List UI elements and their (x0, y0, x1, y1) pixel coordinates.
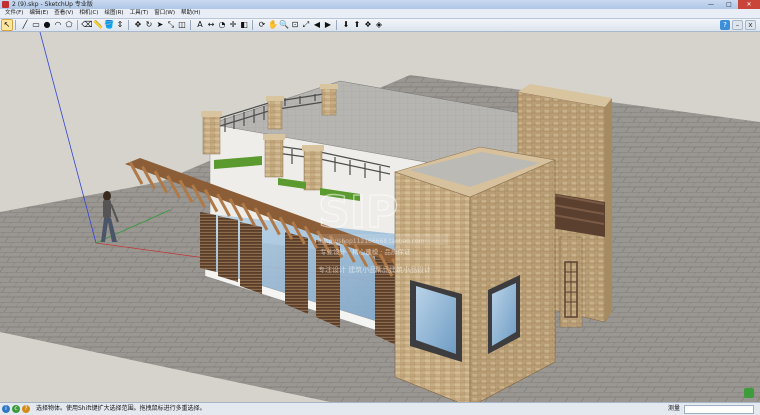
axes-icon[interactable]: ✛ (228, 20, 238, 30)
components-icon[interactable]: ❖ (363, 20, 373, 30)
move-icon[interactable]: ✥ (133, 20, 143, 30)
share-model-icon[interactable]: ⬆ (352, 20, 362, 30)
menu-item[interactable]: 帮助(H) (178, 9, 203, 18)
toolbar-separator (15, 20, 19, 30)
select-icon[interactable]: ↖ (1, 19, 13, 31)
status-message: 选择物体。使用Shift键扩大选择范围。拖拽鼠标进行多重选择。 (36, 405, 206, 412)
pan-icon[interactable]: ✋ (268, 20, 278, 30)
get-models-icon[interactable]: ⬇ (341, 20, 351, 30)
watermark-line4: 精品建筑小品设计 (375, 265, 431, 274)
orbit-icon[interactable]: ⟳ (257, 20, 267, 30)
menu-item[interactable]: 文件(F) (2, 9, 26, 18)
user-icon[interactable]: ? (22, 405, 30, 413)
toolbar-separator (252, 20, 256, 30)
line-icon[interactable]: ╱ (20, 20, 30, 30)
close-button[interactable]: ✕ (738, 0, 760, 9)
main-toolbar: ↖ ╱ ▭ ● ◠ ⬠ ⌫ 📏 🪣 ⇕ ✥ ↻ ➤ ⤡ ◫ A ↔ ◔ ✛ ◧ ⟳ ✋ 🔍 ⊡ ⤢ ◀ ▶ ⬇ ⬆ ❖ ◈ ? – x (0, 19, 760, 32)
menu-item[interactable]: 窗口(W) (151, 9, 178, 18)
extension-icon[interactable]: ◈ (374, 20, 384, 30)
protractor-icon[interactable]: ◔ (217, 20, 227, 30)
paint-bucket-icon[interactable]: 🪣 (104, 20, 114, 30)
zoom-icon[interactable]: 🔍 (279, 20, 289, 30)
window-controls: — □ ✕ (702, 0, 760, 9)
measurement-input[interactable] (684, 405, 754, 414)
menu-bar: 文件(F) 编辑(E) 查看(V) 相机(C) 绘图(R) 工具(T) 窗口(W) 帮助(H) (0, 9, 760, 19)
offset-icon[interactable]: ◫ (177, 20, 187, 30)
toolbar-close-button[interactable]: x (745, 20, 756, 30)
next-view-icon[interactable]: ▶ (323, 20, 333, 30)
scene-canvas[interactable]: SIP http://shop112166668.taobao.com 专业设计… (0, 32, 760, 402)
measurement-label: 测量 (668, 405, 681, 412)
watermark-url: http://shop112166668.taobao.com (320, 238, 425, 245)
front-tower (393, 146, 557, 402)
menu-item[interactable]: 工具(T) (127, 9, 152, 18)
maximize-button[interactable]: □ (720, 0, 738, 9)
sketchup-app-icon (2, 1, 9, 8)
geo-location-icon[interactable]: i (2, 405, 10, 413)
menu-item[interactable]: 查看(V) (51, 9, 76, 18)
polygon-icon[interactable]: ⬠ (64, 20, 74, 30)
arc-icon[interactable]: ◠ (53, 20, 63, 30)
menu-item[interactable]: 相机(C) (76, 9, 101, 18)
tape-measure-icon[interactable]: 📏 (93, 20, 103, 30)
menu-item[interactable]: 绘图(R) (101, 9, 126, 18)
credits-icon[interactable]: c (12, 405, 20, 413)
rotate-icon[interactable]: ↻ (144, 20, 154, 30)
svg-text:SIP: SIP (318, 187, 398, 238)
rectangle-icon[interactable]: ▭ (31, 20, 41, 30)
viewport-corner-icon[interactable] (744, 388, 754, 398)
status-bar: i c ? 选择物体。使用Shift键扩大选择范围。拖拽鼠标进行多重选择。 测量 (0, 402, 760, 415)
toolbar-minimize-button[interactable]: – (732, 20, 743, 30)
toolbar-tools: ↖ ╱ ▭ ● ◠ ⬠ ⌫ 📏 🪣 ⇕ ✥ ↻ ➤ ⤡ ◫ A ↔ ◔ ✛ ◧ ⟳ ✋ 🔍 ⊡ ⤢ ◀ ▶ ⬇ ⬆ ❖ ◈ (1, 19, 384, 31)
menu-item[interactable]: 编辑(E) (26, 9, 51, 18)
text-icon[interactable]: A (195, 20, 205, 30)
watermark-slogan: 专业设计 · 精心建模 · 品质保证 (320, 247, 411, 256)
status-icons: i c ? (2, 405, 30, 413)
eraser-icon[interactable]: ⌫ (81, 20, 92, 30)
model-viewport[interactable]: SIP http://shop112166668.taobao.com 专业设计… (0, 32, 760, 402)
scale-icon[interactable]: ⤡ (166, 20, 176, 30)
minimize-button[interactable]: — (702, 0, 720, 9)
toolbar-separator (128, 20, 132, 30)
zoom-window-icon[interactable]: ⊡ (290, 20, 300, 30)
zoom-extents-icon[interactable]: ⤢ (301, 20, 311, 30)
toolbar-separator (190, 20, 194, 30)
previous-view-icon[interactable]: ◀ (312, 20, 322, 30)
follow-me-icon[interactable]: ➤ (155, 20, 165, 30)
toolbar-separator (336, 20, 340, 30)
toolbar-right: ? – x (720, 20, 756, 30)
window-title: 2 (9).skp - SketchUp 专业版 (12, 1, 93, 8)
watermark-line3: 专注设计 建筑小品 (318, 265, 376, 274)
help-icon[interactable]: ? (720, 20, 730, 30)
push-pull-icon[interactable]: ⇕ (115, 20, 125, 30)
dimension-icon[interactable]: ↔ (206, 20, 216, 30)
menu-items: 文件(F) 编辑(E) 查看(V) 相机(C) 绘图(R) 工具(T) 窗口(W) 帮助(H) (2, 9, 203, 18)
section-plane-icon[interactable]: ◧ (239, 20, 249, 30)
circle-icon[interactable]: ● (42, 20, 52, 30)
